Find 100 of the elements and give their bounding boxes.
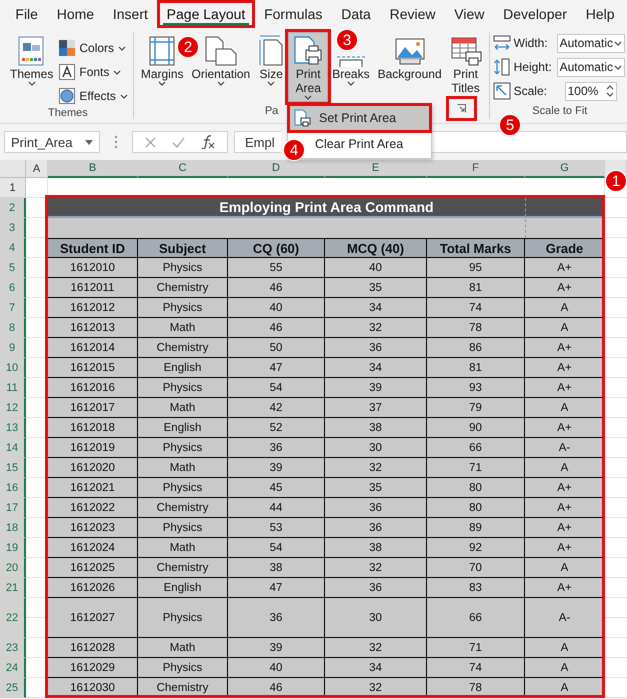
row-number[interactable]: 17: [0, 498, 26, 518]
column-header[interactable]: D: [228, 160, 325, 178]
chevron-icon: [267, 81, 276, 86]
ribbon-button[interactable]: Themes: [6, 32, 58, 102]
ribbon-tab[interactable]: Developer: [494, 0, 576, 28]
table-cell: 66: [427, 598, 525, 638]
ribbon-tab[interactable]: View: [444, 0, 494, 28]
ribbon-button[interactable]: Breaks: [328, 52, 374, 102]
row-number[interactable]: 16: [0, 478, 26, 498]
orientation-icon: [204, 35, 238, 67]
row-number[interactable]: 23: [0, 638, 26, 658]
ribbon-tab[interactable]: Insert: [103, 0, 158, 28]
ribbon-tab[interactable]: File: [6, 0, 48, 28]
column-heading: Total Marks: [427, 238, 525, 258]
table-cell: 32: [325, 318, 427, 338]
table-cell: 36: [325, 518, 427, 538]
spinner-arrows-icon: [606, 84, 614, 98]
ribbon-button[interactable]: Effects: [57, 86, 130, 106]
table-cell: 1612015: [48, 358, 138, 378]
table-cell: 83: [427, 578, 525, 598]
table-cell: A: [525, 658, 605, 678]
row-number[interactable]: 19: [0, 538, 26, 558]
select-field[interactable]: Automatic: [556, 58, 625, 76]
table-cell: 1612025: [48, 558, 138, 578]
table-cell: Physics: [138, 658, 228, 678]
table-cell: Math: [138, 398, 228, 418]
row-number[interactable]: 3: [0, 218, 26, 238]
table-cell: A+: [525, 478, 605, 498]
row-number[interactable]: 24: [0, 658, 26, 678]
column-header[interactable]: A: [26, 160, 48, 178]
row-number[interactable]: 2: [0, 198, 26, 218]
row-number[interactable]: 22: [0, 598, 26, 638]
field-label: Height:: [514, 60, 553, 74]
column-header[interactable]: G: [525, 160, 605, 178]
menu-item[interactable]: Clear Print Area: [311, 131, 430, 157]
table-cell: 32: [325, 558, 427, 578]
row-number[interactable]: 14: [0, 438, 26, 458]
table-cell: 46: [228, 278, 325, 298]
ribbon-tab[interactable]: Help: [576, 0, 624, 28]
margins-icon: [147, 35, 178, 67]
row-number[interactable]: 20: [0, 558, 26, 578]
ribbon-button[interactable]: Fonts: [57, 62, 130, 82]
ribbon-button[interactable]: Print Titles: [446, 32, 486, 102]
ribbon-button[interactable]: Colors: [57, 38, 130, 58]
ribbon-tab[interactable]: Home: [47, 0, 104, 28]
row-number[interactable]: 9: [0, 338, 26, 358]
row-number[interactable]: 15: [0, 458, 26, 478]
row-number[interactable]: 21: [0, 578, 26, 598]
row-number[interactable]: 6: [0, 278, 26, 298]
row-number[interactable]: 18: [0, 518, 26, 538]
table-cell: Chemistry: [138, 498, 228, 518]
menu-item[interactable]: Set Print Area: [289, 105, 430, 131]
dialog-launcher-button[interactable]: [446, 96, 478, 120]
column-header[interactable]: F: [427, 160, 525, 178]
ribbon-button[interactable]: Background: [374, 32, 446, 102]
name-box[interactable]: Print_Area: [4, 131, 100, 153]
select-field[interactable]: Automatic: [556, 34, 625, 52]
spin-field[interactable]: 100%: [564, 82, 617, 100]
table-cell: 70: [427, 558, 525, 578]
group-label: Pa: [264, 105, 278, 117]
table-cell: Chemistry: [138, 278, 228, 298]
row-number[interactable]: 7: [0, 298, 26, 318]
table-cell: 38: [228, 558, 325, 578]
grip-dots-icon: [114, 135, 118, 149]
table-cell: Physics: [138, 478, 228, 498]
print-area-icon: [293, 35, 324, 67]
field-label: Width:: [514, 36, 549, 50]
row-number[interactable]: 5: [0, 258, 26, 278]
table-cell: 35: [325, 478, 427, 498]
table-cell: Chemistry: [138, 338, 228, 358]
ribbon-button[interactable]: Size: [254, 32, 288, 102]
table-cell: 34: [325, 298, 427, 318]
print-titles-icon: [450, 35, 482, 67]
row-number[interactable]: 10: [0, 358, 26, 378]
table-cell: 81: [427, 358, 525, 378]
ribbon-tab[interactable]: Review: [380, 0, 445, 28]
row-number[interactable]: 1: [0, 178, 26, 198]
formula-field[interactable]: Empl: [234, 131, 281, 153]
row-number[interactable]: 4: [0, 238, 26, 258]
table-cell: 1612011: [48, 278, 138, 298]
ribbon-tab[interactable]: Formulas: [254, 0, 332, 28]
ribbon-tab[interactable]: Page Layout: [157, 0, 255, 28]
column-header[interactable]: E: [325, 160, 427, 178]
column-header[interactable]: C: [138, 160, 228, 178]
chevron-icon: [120, 94, 128, 98]
ribbon-button[interactable]: Print Area: [288, 32, 328, 102]
row-number[interactable]: 8: [0, 318, 26, 338]
row-number[interactable]: 25: [0, 678, 26, 698]
table-cell: A+: [525, 578, 605, 598]
table-cell: 1612019: [48, 438, 138, 458]
ribbon-tab[interactable]: Data: [332, 0, 380, 28]
row-number[interactable]: 13: [0, 418, 26, 438]
row-number[interactable]: 11: [0, 378, 26, 398]
column-heading: CQ (60): [228, 238, 325, 258]
table-cell: 34: [325, 358, 427, 378]
row-number[interactable]: 12: [0, 398, 26, 418]
column-header[interactable]: B: [48, 160, 138, 178]
table-cell: 1612010: [48, 258, 138, 278]
table-cell: A: [525, 398, 605, 418]
table-cell: 90: [427, 418, 525, 438]
